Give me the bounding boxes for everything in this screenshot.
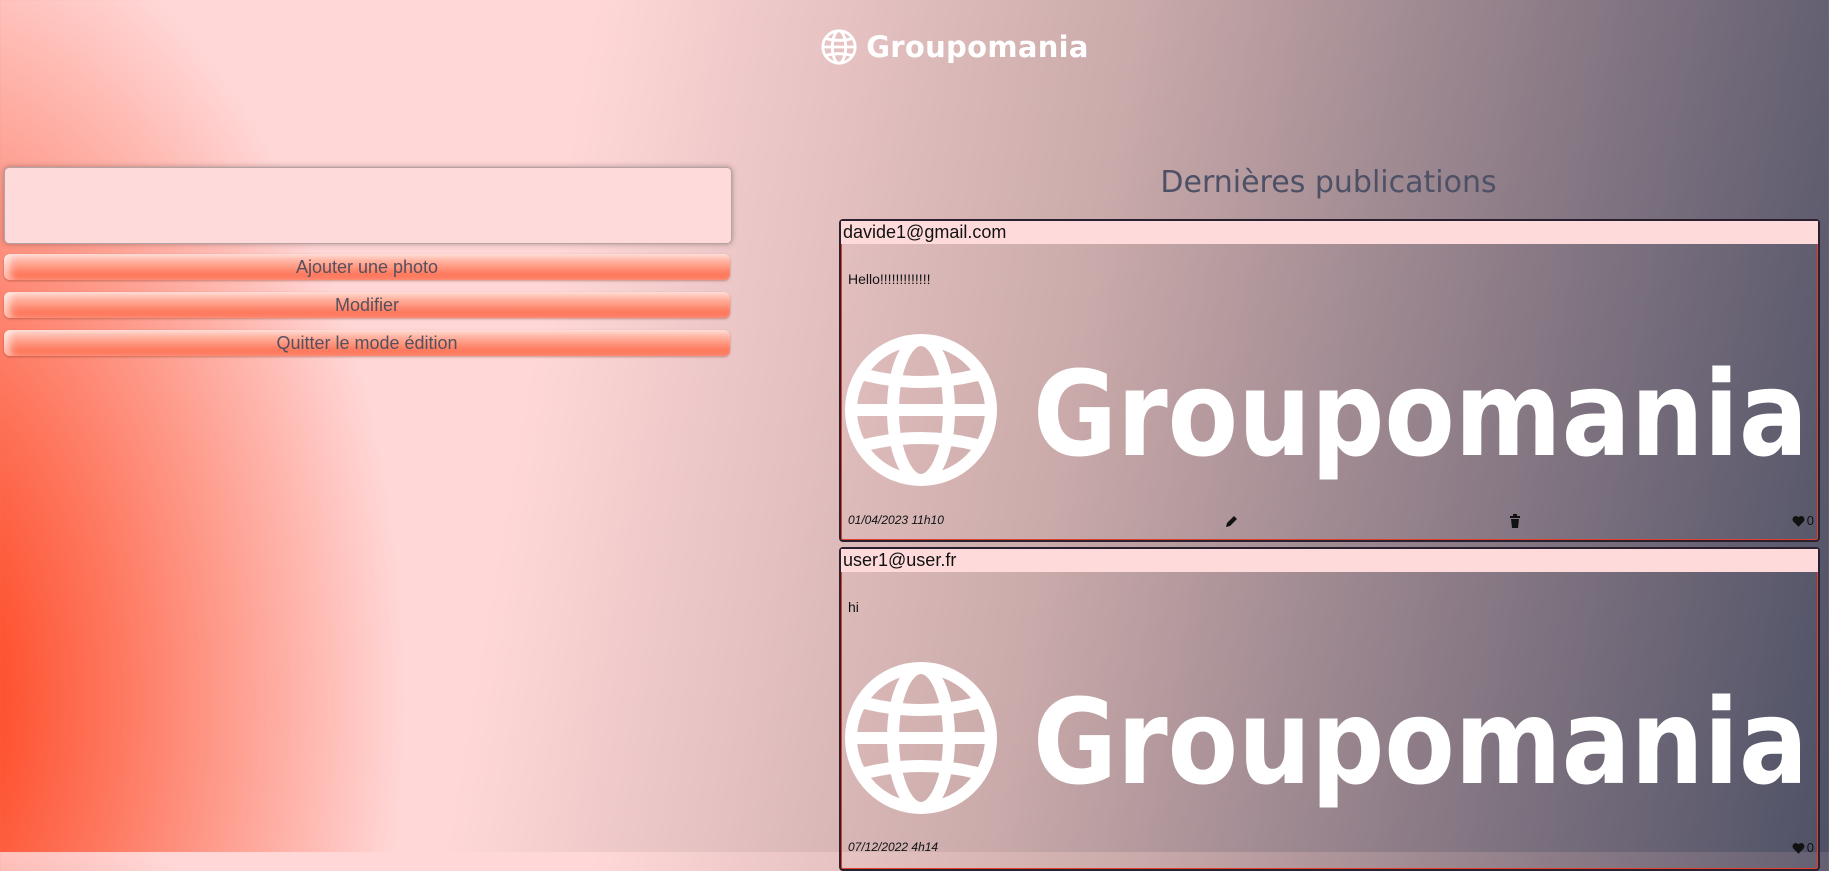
- globe-icon: [845, 662, 997, 814]
- trash-icon[interactable]: [1507, 513, 1523, 529]
- post-author: davide1@gmail.com: [841, 221, 1818, 244]
- post-date: 01/04/2023 11h10: [848, 513, 944, 527]
- post-card: davide1@gmail.com Hello!!!!!!!!!!!!! Gro…: [839, 219, 1820, 542]
- post-image-brand: Groupomania: [1033, 345, 1808, 483]
- brand-name: Groupomania: [866, 30, 1089, 64]
- heart-icon: [1792, 515, 1805, 527]
- post-text: Hello!!!!!!!!!!!!!: [848, 271, 931, 287]
- post-image: Groupomania: [845, 334, 1808, 486]
- like-counter[interactable]: 0: [1792, 513, 1814, 528]
- add-photo-button[interactable]: Ajouter une photo: [4, 254, 730, 280]
- feed-title: Dernières publications: [1160, 165, 1497, 200]
- post-text: hi: [848, 599, 859, 615]
- like-count: 0: [1806, 840, 1814, 855]
- post-image-brand: Groupomania: [1033, 673, 1808, 811]
- like-count: 0: [1806, 513, 1814, 528]
- globe-icon: [845, 334, 997, 486]
- brand-logo[interactable]: Groupomania: [820, 28, 1089, 66]
- post-footer: 07/12/2022 4h14 0: [841, 838, 1818, 858]
- post-text-editor[interactable]: [4, 167, 732, 244]
- modify-button[interactable]: Modifier: [4, 292, 730, 318]
- post-image: Groupomania: [845, 662, 1808, 814]
- post-author: user1@user.fr: [841, 549, 1818, 572]
- pencil-icon[interactable]: [1224, 513, 1240, 529]
- post-card: user1@user.fr hi Groupomania 07/12/2022 …: [839, 547, 1820, 871]
- globe-icon: [821, 29, 857, 65]
- like-counter[interactable]: 0: [1792, 840, 1814, 855]
- quit-edit-mode-button[interactable]: Quitter le mode édition: [4, 330, 730, 356]
- header: Groupomania: [0, 0, 1829, 95]
- post-footer: 01/04/2023 11h10 0: [841, 511, 1818, 531]
